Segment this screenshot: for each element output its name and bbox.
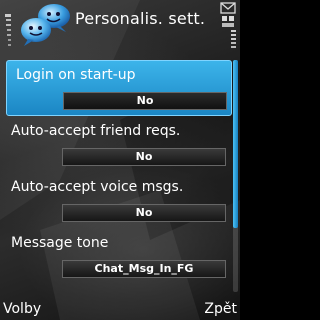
setting-value[interactable]: Chat_Msg_In_FG — [62, 260, 226, 278]
setting-auto-accept-friend-reqs[interactable]: Auto-accept friend reqs. No — [0, 116, 232, 172]
setting-value[interactable]: No — [62, 204, 226, 222]
scrollbar[interactable] — [233, 60, 238, 292]
battery-level-icon — [231, 30, 236, 48]
page-title: Personalis. sett. — [75, 9, 206, 28]
message-envelope-icon — [220, 2, 236, 14]
signal-strength-icon — [5, 14, 11, 46]
header: Personalis. sett. — [0, 0, 240, 54]
setting-label: Login on start-up — [16, 67, 136, 83]
setting-value[interactable]: No — [63, 92, 227, 110]
setting-label: Message tone — [11, 235, 109, 251]
setting-label: Auto-accept friend reqs. — [11, 123, 181, 139]
setting-value[interactable]: No — [62, 148, 226, 166]
setting-auto-accept-voice-msgs[interactable]: Auto-accept voice msgs. No — [0, 172, 232, 228]
scrollbar-thumb[interactable] — [233, 60, 238, 228]
settings-list: Login on start-up No Auto-accept friend … — [0, 60, 232, 284]
connection-icon — [222, 16, 234, 27]
left-softkey-options[interactable]: Volby — [3, 301, 41, 317]
setting-login-on-startup[interactable]: Login on start-up No — [6, 60, 232, 116]
right-softkey-back[interactable]: Zpět — [204, 301, 237, 317]
setting-message-tone[interactable]: Message tone Chat_Msg_In_FG — [0, 228, 232, 284]
status-indicators — [220, 2, 236, 48]
setting-label: Auto-accept voice msgs. — [11, 179, 184, 195]
screen: Personalis. sett. Login on start-up No A… — [0, 0, 240, 320]
chat-bubbles-icon — [21, 4, 70, 46]
